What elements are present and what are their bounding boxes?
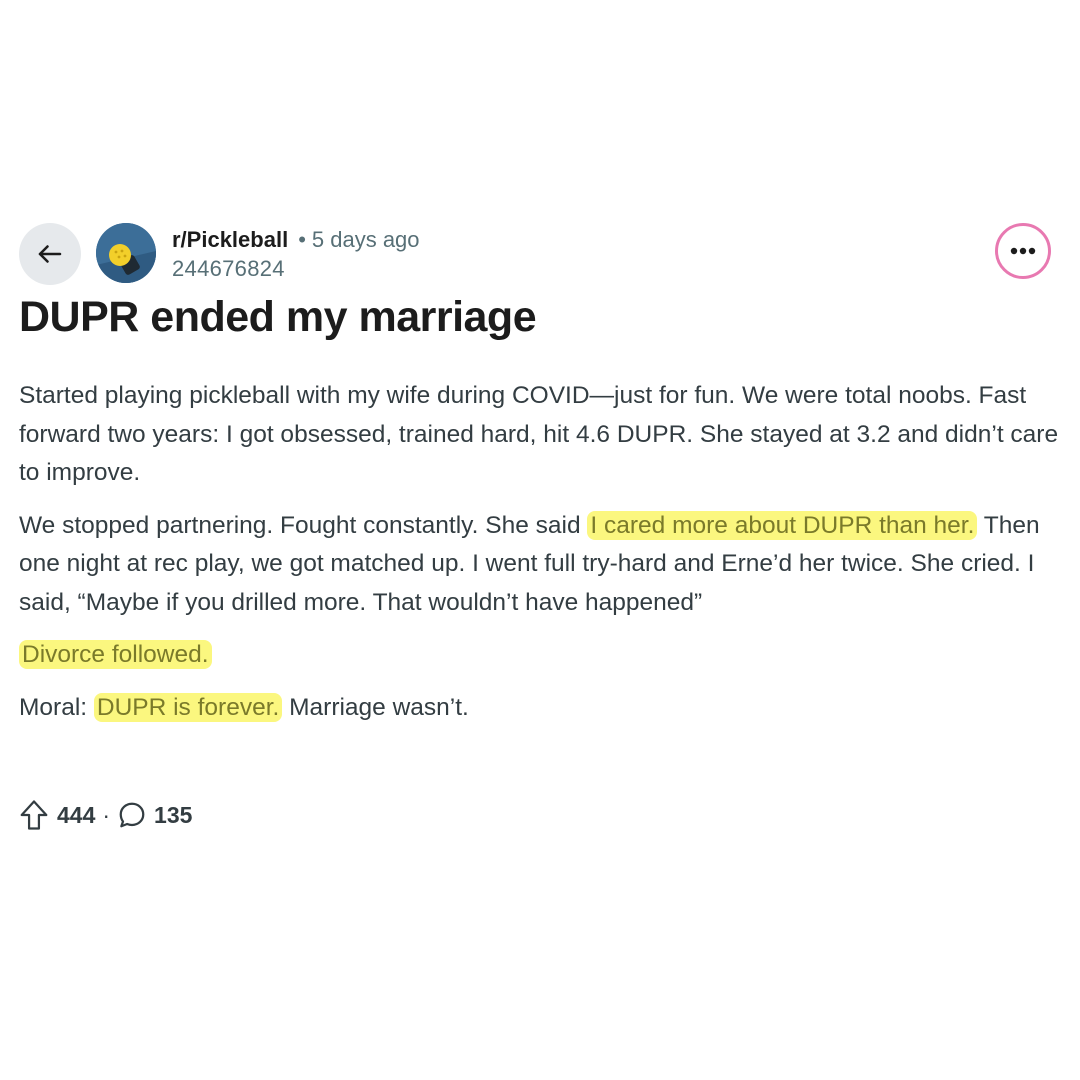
upvote-count: 444	[57, 801, 96, 828]
meta-separator: •	[298, 227, 306, 252]
subreddit-name[interactable]: r/Pickleball	[172, 229, 288, 251]
comment-bubble-icon[interactable]	[117, 800, 147, 830]
back-button[interactable]	[19, 223, 81, 285]
arrow-left-icon	[35, 239, 65, 269]
paragraph-text: Marriage wasn’t.	[282, 693, 469, 721]
stats-separator: ·	[102, 801, 111, 828]
paragraph-text: Moral:	[19, 693, 94, 721]
post-body: Started playing pickleball with my wife …	[19, 377, 1059, 741]
post-title: DUPR ended my marriage	[19, 293, 537, 341]
post-paragraph-2: We stopped partnering. Fought constantly…	[19, 507, 1059, 623]
subreddit-avatar[interactable]	[96, 223, 156, 283]
post-paragraph-1: Started playing pickleball with my wife …	[19, 382, 1059, 486]
highlighted-text: DUPR is forever.	[93, 692, 283, 722]
upvote-arrow-icon[interactable]	[19, 799, 49, 831]
post-author[interactable]: 244676824	[172, 258, 420, 280]
comment-count: 135	[154, 801, 193, 828]
more-options-button[interactable]	[995, 223, 1051, 279]
ellipsis-icon	[1010, 247, 1036, 255]
highlighted-text: Divorce followed.	[19, 640, 212, 669]
highlighted-text: I cared more about DUPR than her.	[587, 510, 978, 540]
post-paragraph-4: Moral: DUPR is forever. Marriage wasn’t.	[19, 689, 1059, 728]
post-meta: r/Pickleball • 5 days ago 244676824	[172, 226, 420, 280]
post-paragraph-3: Divorce followed.	[19, 636, 1059, 675]
post-time: 5 days ago	[311, 227, 420, 252]
paragraph-text: We stopped partnering. Fought constantly…	[19, 511, 588, 539]
post-stats: 444 · 135	[19, 797, 192, 833]
